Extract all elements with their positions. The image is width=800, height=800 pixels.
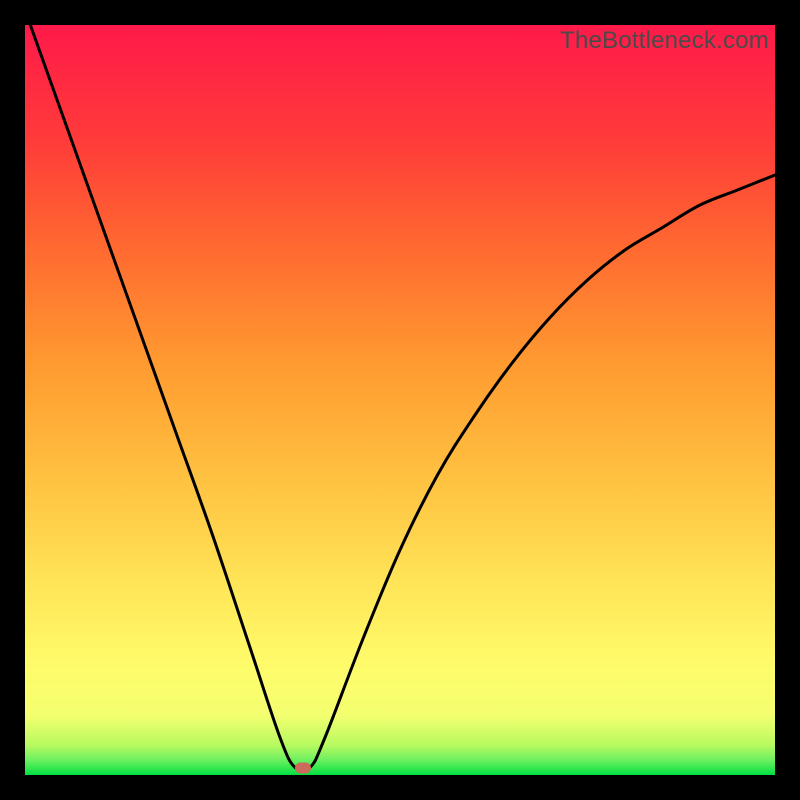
watermark-text: TheBottleneck.com	[560, 27, 769, 55]
chart-frame: TheBottleneck.com	[25, 25, 775, 775]
optimal-point-marker	[295, 762, 311, 773]
chart-gradient-background	[25, 25, 775, 775]
